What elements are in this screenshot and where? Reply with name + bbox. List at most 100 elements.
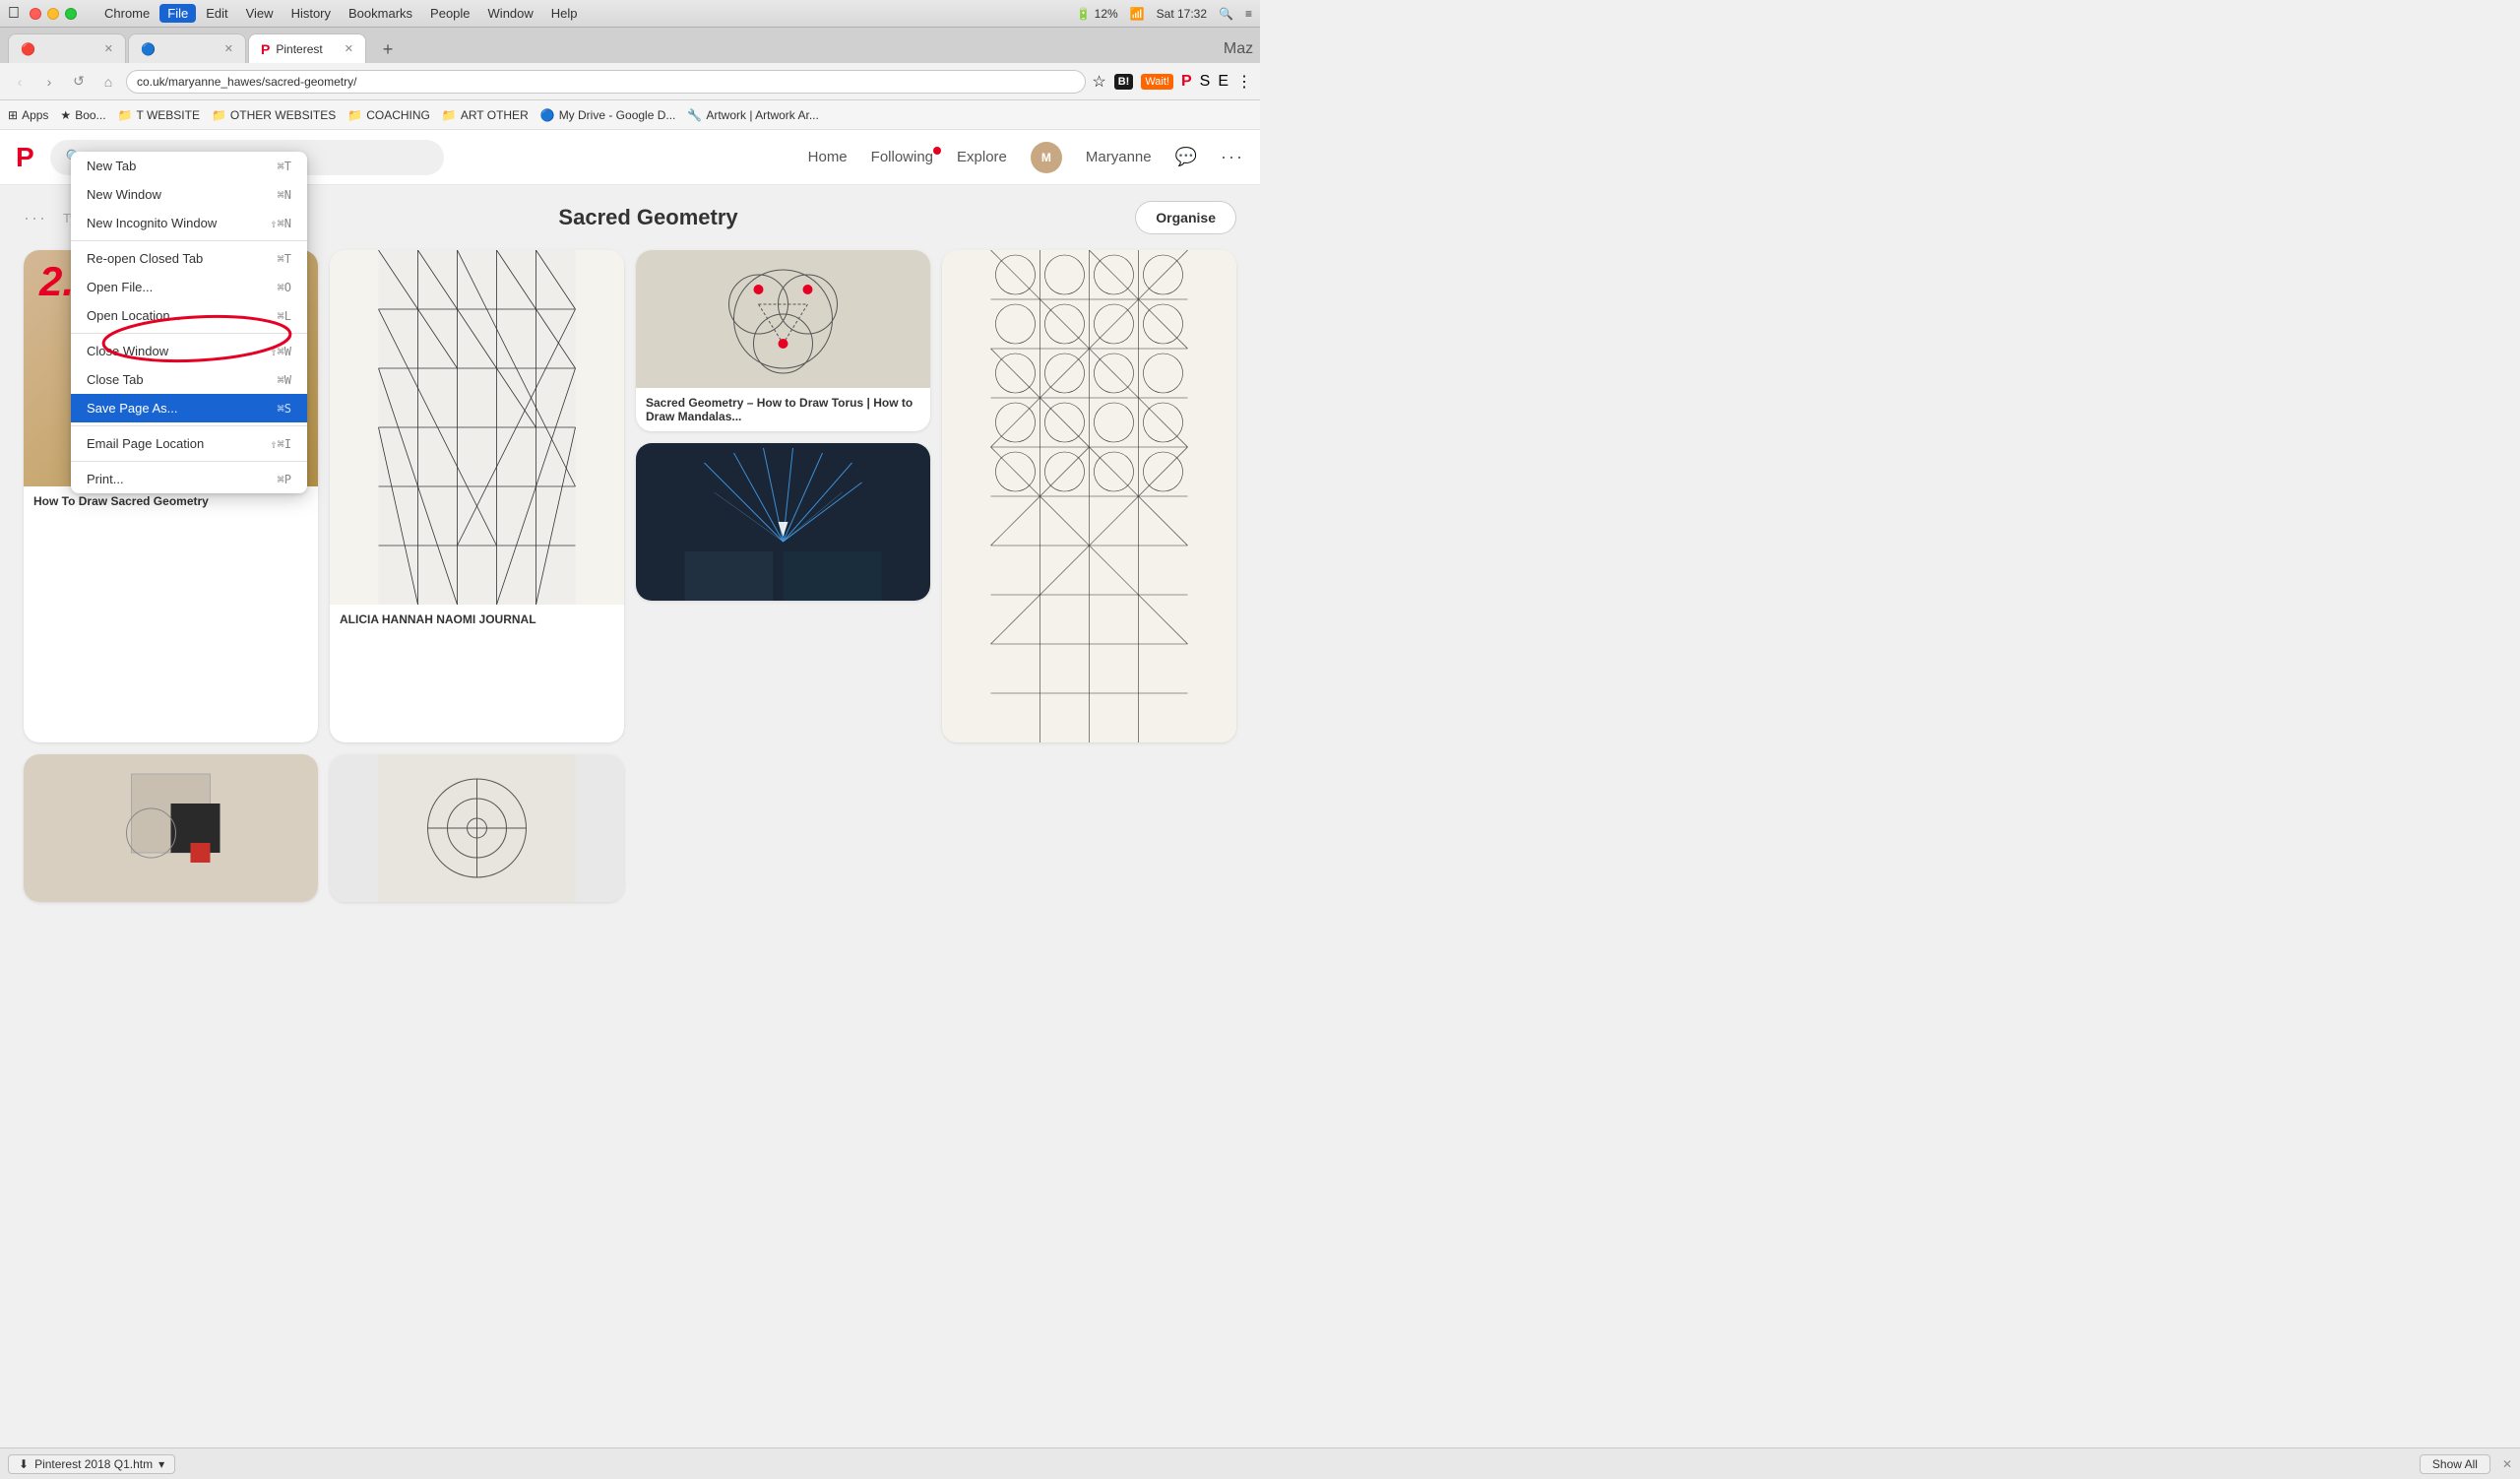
menu-view[interactable]: View [238,4,282,23]
pin-column-3: Sacred Geometry – How to Draw Torus | Ho… [636,250,930,742]
save-page-label: Save Page As... [87,401,178,416]
ext-icon: E [1218,73,1228,91]
new-window-label: New Window [87,187,161,202]
bottom-download-tab[interactable]: ⬇ Pinterest 2018 Q1.htm ▾ [8,1454,175,1474]
following-notification-dot [933,147,941,155]
menu-help[interactable]: Help [543,4,586,23]
board-title[interactable] [161,205,1136,230]
bottom-bar-close-button[interactable]: ✕ [2502,1457,2512,1471]
tabs-bar: 🔴 ✕ 🔵 ✕ P Pinterest ✕ + Maz [0,28,1260,63]
nav-following[interactable]: Following [871,149,933,165]
menu-item-incognito[interactable]: New Incognito Window ⇧⌘N [71,209,307,237]
pinterest-logo[interactable]: P [16,142,34,173]
menu-item-close-window[interactable]: Close Window ⇧⌘W [71,337,307,365]
bookmark-artwork[interactable]: 🔧 Artwork | Artwork Ar... [687,108,818,122]
pinterest-addr-icon: P [1181,73,1192,91]
new-tab-button[interactable]: + [372,35,404,63]
notification-icon: ≡ [1245,7,1252,21]
menu-item-open-file[interactable]: Open File... ⌘O [71,273,307,301]
separator-2 [71,333,307,334]
pin-image-2 [330,250,624,605]
menu-item-new-window[interactable]: New Window ⌘N [71,180,307,209]
more-options-icon[interactable]: ··· [1221,147,1244,167]
bookmark-website-label: T WEBSITE [137,108,200,122]
browser-tab-2[interactable]: 🔵 ✕ [128,33,246,63]
pin-image-5 [24,754,318,902]
menu-edit[interactable]: Edit [198,4,235,23]
user-avatar[interactable]: M [1031,142,1062,173]
title-bar-right: 🔋 12% 📶 Sat 17:32 🔍 ≡ [1076,7,1252,21]
open-file-label: Open File... [87,280,153,294]
chat-icon[interactable]: 💬 [1175,147,1197,167]
title-bar:  Chrome File Edit View History Bookmark… [0,0,1260,28]
pin-card-3b[interactable] [636,443,930,601]
pin-card-5[interactable] [24,754,318,902]
new-window-shortcut: ⌘N [278,188,291,202]
menu-item-new-tab[interactable]: New Tab ⌘T [71,152,307,180]
pin-grid-row2 [16,742,1244,902]
pin-card-3a[interactable]: Sacred Geometry – How to Draw Torus | Ho… [636,250,930,431]
bookmark-website[interactable]: 📁 T WEBSITE [118,108,200,122]
board-more-icon[interactable]: ··· [24,208,47,228]
tab3-label: Pinterest [276,42,322,56]
apple-logo:  [8,5,20,23]
home-button[interactable]: ⌂ [96,70,120,94]
nav-username[interactable]: Maryanne [1086,149,1152,165]
address-input[interactable] [126,70,1086,94]
bookmark-art-label: ART OTHER [461,108,529,122]
bookmark-art-other[interactable]: 📁 ART OTHER [442,108,529,122]
tab2-close-button[interactable]: ✕ [224,42,233,55]
more-addr-icon[interactable]: ⋮ [1236,72,1252,92]
browser-tab-pinterest[interactable]: P Pinterest ✕ [248,33,366,63]
browser-tab-1[interactable]: 🔴 ✕ [8,33,126,63]
separator-4 [71,461,307,462]
separator-1 [71,240,307,241]
bookmark-books[interactable]: ★ Boo... [60,108,105,122]
bookmark-drive-label: My Drive - Google D... [559,108,676,122]
menu-item-close-tab[interactable]: Close Tab ⌘W [71,365,307,394]
bookmark-other-websites[interactable]: 📁 OTHER WEBSITES [212,108,336,122]
menu-item-save-page[interactable]: Save Page As... ⌘S [71,394,307,422]
bookmark-coaching[interactable]: 📁 COACHING [347,108,430,122]
nav-explore[interactable]: Explore [957,149,1007,165]
pin-card-2[interactable]: ALICIA HANNAH NAOMI JOURNAL [330,250,624,742]
menu-people[interactable]: People [422,4,477,23]
organise-button[interactable]: Organise [1135,201,1236,234]
bookmark-star-icon[interactable]: ☆ [1092,72,1105,92]
bookmark-google-drive[interactable]: 🔵 My Drive - Google D... [540,108,676,122]
forward-button[interactable]: › [37,70,61,94]
menu-item-print[interactable]: Print... ⌘P [71,465,307,493]
folder-icon-art: 📁 [442,108,457,122]
menu-bookmarks[interactable]: Bookmarks [341,4,420,23]
close-window-label: Close Window [87,344,168,358]
back-button[interactable]: ‹ [8,70,32,94]
show-all-button[interactable]: Show All [2420,1454,2490,1474]
menu-item-open-location[interactable]: Open Location... ⌘L [71,301,307,330]
pin-image-6 [330,754,624,902]
menu-window[interactable]: Window [480,4,541,23]
maximize-window-button[interactable] [65,8,77,20]
bookmark-apps[interactable]: ⊞ Apps [8,108,48,122]
pin-card-6[interactable] [330,754,624,902]
tab1-close-button[interactable]: ✕ [104,42,113,55]
bottom-tab-dropdown-icon[interactable]: ▾ [158,1457,164,1471]
tab3-close-button[interactable]: ✕ [345,42,353,55]
minimize-window-button[interactable] [47,8,59,20]
menu-item-reopen-tab[interactable]: Re-open Closed Tab ⌘T [71,244,307,273]
nav-home[interactable]: Home [808,149,848,165]
close-tab-label: Close Tab [87,372,144,387]
bookmark-star-icon2: ★ [60,108,71,122]
bookmark-apps-label: Apps [22,108,48,122]
menu-file[interactable]: File [159,4,196,23]
new-tab-shortcut: ⌘T [278,160,291,173]
menu-chrome[interactable]: Chrome [96,4,158,23]
search-icon[interactable]: 🔍 [1219,7,1233,21]
refresh-button[interactable]: ↺ [67,70,91,94]
folder-icon-other: 📁 [212,108,226,122]
pinterest-nav: Home Following Explore M Maryanne 💬 ··· [808,142,1244,173]
menu-item-email-location[interactable]: Email Page Location ⇧⌘I [71,429,307,458]
close-window-button[interactable] [30,8,41,20]
menu-history[interactable]: History [284,4,339,23]
pin-card-4[interactable]: + ? Privacy [942,250,1236,742]
user-profile-icon[interactable]: Maz [1225,35,1252,63]
